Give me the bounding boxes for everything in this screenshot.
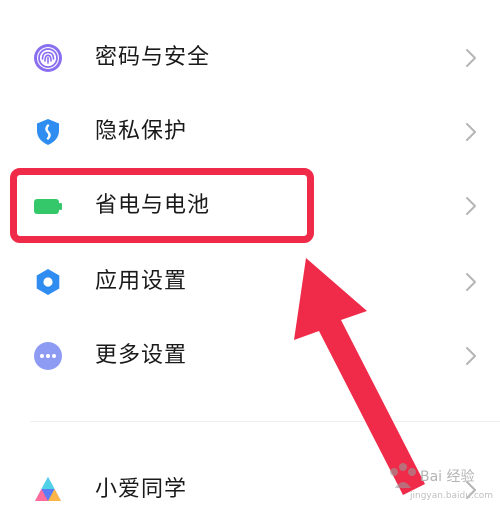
section-divider [30,421,500,422]
settings-item-label: 小爱同学 [95,477,188,502]
settings-item-label: 应用设置 [95,269,188,294]
chevron-right-icon [464,47,478,69]
settings-item-label: 密码与安全 [95,45,211,70]
settings-item-label: 更多设置 [95,343,188,368]
settings-item-app-settings[interactable]: 应用设置 [0,252,500,312]
fingerprint-icon [33,43,63,73]
chevron-right-icon [464,271,478,293]
privacy-shield-icon [33,117,63,147]
settings-list: 密码与安全 隐私保护 省电与电池 应用设置 更多设置 小爱同学 [0,0,500,517]
settings-item-more-settings[interactable]: 更多设置 [0,326,500,386]
settings-item-privacy[interactable]: 隐私保护 [0,102,500,162]
settings-item-password-security[interactable]: 密码与安全 [0,28,500,88]
gear-icon [33,267,63,297]
xiaoai-logo-icon [33,475,63,505]
highlight-box [10,168,314,243]
more-dots-icon [33,341,63,371]
chevron-right-icon [464,345,478,367]
chevron-right-icon [464,195,478,217]
watermark-text: Bai 经验 [420,469,475,485]
chevron-right-icon [464,121,478,143]
settings-item-label: 隐私保护 [95,119,188,144]
watermark-url: jingyan.baidu.com [409,491,493,501]
baidu-jingyan-watermark: Bai 经验 jingyan.baidu.com [382,458,497,510]
